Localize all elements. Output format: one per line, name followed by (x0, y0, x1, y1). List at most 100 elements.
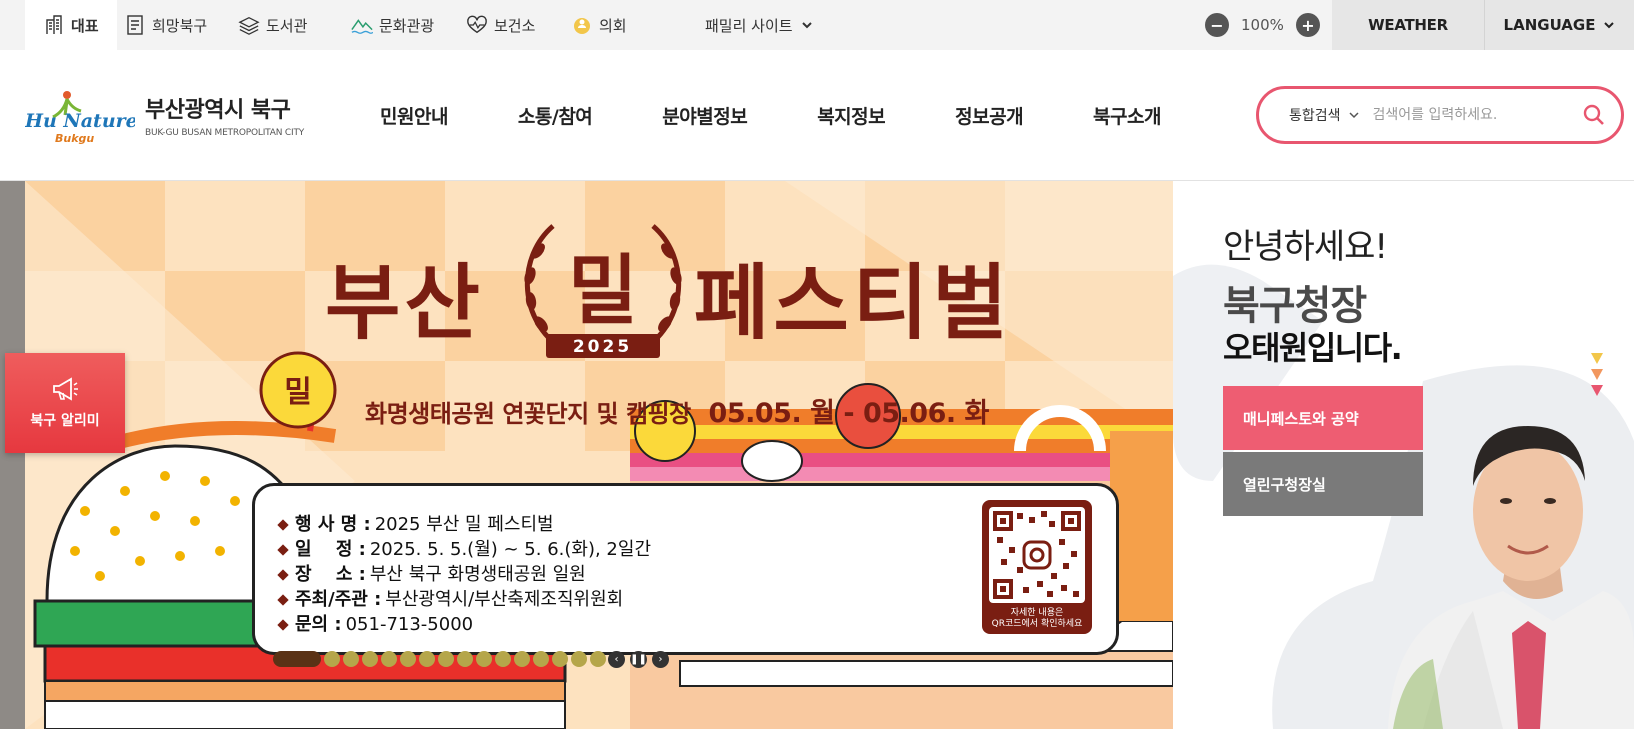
bukgu-notice-button[interactable]: 북구 알리미 (5, 353, 125, 453)
logo-title: 부산광역시 북구 (145, 98, 291, 123)
festival-title-right: 페스티벌 (693, 256, 1012, 351)
slide-dot[interactable] (343, 651, 359, 667)
search-scope-label: 통합검색 (1289, 108, 1341, 124)
qr-code (989, 507, 1085, 603)
festival-title-left: 부산 (325, 256, 484, 351)
info-row: 문의 :051-713-5000 (277, 612, 651, 637)
festival-year: 2025 (572, 337, 633, 357)
qr-caption: 자세한 내용은 QR코드에서 확인하세요 (991, 608, 1083, 629)
site-tab-label: 대표 (71, 16, 99, 35)
family-site-select[interactable]: 패밀리 사이트 (705, 0, 813, 50)
svg-text:Bukgu: Bukgu (55, 132, 94, 145)
main-banner-slider[interactable]: 밀 부산 페스티벌 밀 2025 화명생태공원 연꽃단지 및 캠핑장 05.05.… (25, 181, 1173, 729)
info-row: 행 사 명 :2025 부산 밀 페스티벌 (277, 512, 651, 537)
previous-slide-edge (0, 181, 25, 729)
site-header: Hu Nature Bukgu 부산광역시 북구 BUK-GU BUSAN ME… (0, 50, 1634, 181)
site-tab-label: 도서관 (266, 16, 308, 35)
info-row: 주최/주관 : 부산광역시/부산축제조직위원회 (277, 587, 651, 612)
open-mayor-office-button[interactable]: 열린구청장실 (1223, 452, 1423, 516)
site-tab-label: 희망북구 (152, 16, 208, 35)
main-navigation: 민원안내 소통/참여 분야별정보 복지정보 정보공개 북구소개 (380, 50, 1231, 181)
zoom-in-button[interactable]: + (1295, 13, 1320, 37)
scroll-down-indicator (1591, 353, 1603, 396)
search-bar: 통합검색 (1256, 86, 1624, 144)
festival-venue: 화명생태공원 연꽃단지 및 캠핑장 (365, 400, 691, 428)
search-scope-select[interactable]: 통합검색 (1289, 105, 1359, 125)
zoom-control: − 100% + (1205, 0, 1320, 50)
books-icon (238, 16, 260, 35)
site-tab-council[interactable]: 의회 (571, 0, 627, 50)
info-row: 장 소 : 부산 북구 화명생태공원 일원 (277, 562, 651, 587)
document-icon (127, 15, 143, 35)
hu-nature-logo: Hu Nature Bukgu (24, 85, 138, 145)
next-slide-button[interactable]: › (652, 651, 669, 668)
mayor-name: 오태원입니다. (1223, 329, 1403, 367)
logo-subtitle: BUK-GU BUSAN METROPOLITAN CITY (145, 128, 305, 138)
qr-code-block[interactable]: 자세한 내용은 QR코드에서 확인하세요 (982, 500, 1092, 634)
slide-dot[interactable] (381, 651, 397, 667)
slide-dot[interactable] (495, 651, 511, 667)
slide-dot[interactable] (400, 651, 416, 667)
mayor-greeting: 안녕하세요! (1223, 227, 1388, 267)
slide-dot[interactable] (419, 651, 435, 667)
search-input[interactable] (1372, 107, 1563, 123)
info-row: 일 정 :2025. 5. 5.(월) ~ 5. 6.(화), 2일간 (277, 537, 651, 562)
slide-dot[interactable] (552, 651, 568, 667)
nav-communication[interactable]: 소통/참여 (518, 102, 593, 129)
zoom-level: 100% (1241, 16, 1284, 34)
open-office-label: 열린구청장실 (1243, 475, 1326, 494)
megaphone-icon (53, 377, 78, 401)
site-tab-library[interactable]: 도서관 (238, 0, 307, 50)
zoom-out-button[interactable]: − (1205, 13, 1229, 37)
slide-pagination (273, 651, 606, 667)
manifesto-label: 매니페스토와 공약 (1243, 409, 1359, 428)
slide-dot[interactable] (324, 651, 340, 667)
site-tab-main[interactable]: 대표 (25, 0, 117, 50)
family-site-label: 패밀리 사이트 (705, 16, 793, 35)
svg-text:Hu Nature: Hu Nature (25, 110, 135, 132)
manifesto-button[interactable]: 매니페스토와 공약 (1223, 386, 1423, 450)
festival-emblem-text: 밀 (568, 246, 638, 335)
site-tab-label: 의회 (599, 16, 627, 35)
nav-welfare[interactable]: 복지정보 (817, 102, 885, 129)
mayor-panel: 안녕하세요! 북구청장 오태원입니다. 매니페스토와 공약 열린구청장실 (1173, 181, 1634, 729)
festival-venue-dates: 화명생태공원 연꽃단지 및 캠핑장 05.05. 월 - 05.06. 화 (365, 391, 989, 430)
nav-info-disclosure[interactable]: 정보공개 (955, 102, 1023, 129)
site-tab-label: 문화관광 (379, 16, 435, 35)
slide-dot[interactable] (571, 651, 587, 667)
notice-label: 북구 알리미 (30, 413, 100, 429)
slide-dot[interactable] (476, 651, 492, 667)
slide-dot[interactable] (438, 651, 454, 667)
site-logo[interactable]: Hu Nature Bukgu 부산광역시 북구 BUK-GU BUSAN ME… (24, 85, 305, 145)
festival-info-list: 행 사 명 :2025 부산 밀 페스티벌 일 정 :2025. 5. 5.(월… (277, 512, 651, 637)
chevron-down-icon (1604, 22, 1615, 29)
weather-button[interactable]: WEATHER (1332, 0, 1484, 50)
language-label: LANGUAGE (1503, 16, 1596, 34)
language-select[interactable]: LANGUAGE (1484, 0, 1634, 50)
festival-dates: 05.05. 월 - 05.06. 화 (708, 398, 990, 429)
slide-dot[interactable] (533, 651, 549, 667)
utility-bar: 대표 희망북구 도서관 문화관광 보건소 의회 패밀리 사이트 − 100% +… (0, 0, 1634, 50)
slide-dot[interactable] (590, 651, 606, 667)
slide-dot[interactable] (273, 651, 321, 667)
mountain-icon (351, 19, 373, 34)
council-icon (574, 18, 590, 34)
nav-about-bukgu[interactable]: 북구소개 (1093, 102, 1161, 129)
slide-dot[interactable] (457, 651, 473, 667)
site-tab-culture[interactable]: 문화관광 (351, 0, 434, 50)
site-tab-label: 보건소 (494, 16, 536, 35)
chevron-down-icon (801, 22, 812, 29)
search-icon (1583, 104, 1604, 125)
site-tab-health[interactable]: 보건소 (466, 0, 535, 50)
festival-title: 부산 페스티벌 (325, 236, 1012, 355)
weather-label: WEATHER (1368, 16, 1448, 34)
pause-slide-button[interactable]: ❚❚ (630, 651, 647, 668)
site-tab-hope[interactable]: 희망북구 (124, 0, 207, 50)
slide-dot[interactable] (362, 651, 378, 667)
nav-field-info[interactable]: 분야별정보 (662, 102, 747, 129)
festival-info-card: 행 사 명 :2025 부산 밀 페스티벌 일 정 :2025. 5. 5.(월… (252, 483, 1119, 655)
nav-civil-service[interactable]: 민원안내 (380, 102, 448, 129)
prev-slide-button[interactable]: ‹ (608, 651, 625, 668)
search-button[interactable] (1581, 102, 1607, 128)
slide-dot[interactable] (514, 651, 530, 667)
